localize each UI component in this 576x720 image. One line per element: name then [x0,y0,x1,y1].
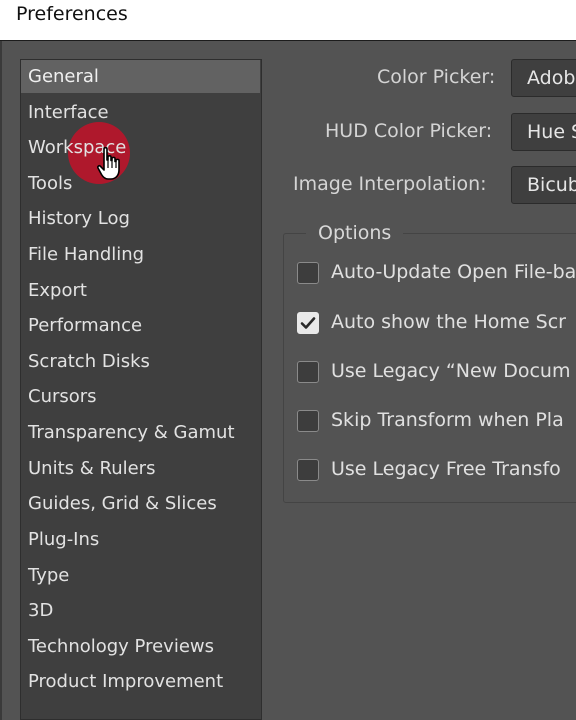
sidebar-item-cursors[interactable]: Cursors [21,380,260,413]
window-title: Preferences [16,3,128,25]
auto-update-label[interactable]: Auto-Update Open File-ba [331,259,576,285]
auto-show-home-label[interactable]: Auto show the Home Scr [331,309,566,335]
sidebar-item-scratch-disks[interactable]: Scratch Disks [21,345,260,378]
options-legend: Options [306,220,404,246]
image-interpolation-select[interactable]: Bicub [511,166,576,204]
sidebar-item-guides-grid-slices[interactable]: Guides, Grid & Slices [21,487,260,520]
title-bar[interactable]: Preferences [0,0,576,41]
preferences-dialog: Preferences General Interface Workspace … [0,0,576,720]
auto-show-home-checkbox[interactable] [297,312,319,334]
legacy-new-document-checkbox[interactable] [297,361,319,383]
color-picker-label: Color Picker: [377,66,496,88]
sidebar-item-general[interactable]: General [21,60,260,93]
hud-color-picker-label: HUD Color Picker: [325,120,493,142]
auto-update-checkbox[interactable] [297,262,319,284]
sidebar-item-units-rulers[interactable]: Units & Rulers [21,452,260,485]
hud-color-picker-select[interactable]: Hue S [511,113,576,151]
window-border [0,41,2,720]
sidebar-item-tools[interactable]: Tools [21,167,260,200]
sidebar-item-3d[interactable]: 3D [21,594,260,627]
color-picker-select[interactable]: Adob [511,59,576,97]
skip-transform-checkbox[interactable] [297,410,319,432]
sidebar-item-file-handling[interactable]: File Handling [21,238,260,271]
sidebar-item-history-log[interactable]: History Log [21,202,260,235]
sidebar-item-plug-ins[interactable]: Plug-Ins [21,523,260,556]
legacy-new-document-label[interactable]: Use Legacy “New Docum [331,358,571,384]
skip-transform-label[interactable]: Skip Transform when Pla [331,407,564,433]
sidebar-item-workspace[interactable]: Workspace [21,131,260,164]
sidebar-item-product-improvement[interactable]: Product Improvement [21,665,260,698]
sidebar-item-performance[interactable]: Performance [21,309,260,342]
checkmark-icon [300,317,316,329]
hand-pointer-icon [97,146,120,180]
legacy-free-transform-checkbox[interactable] [297,459,319,481]
image-interpolation-label: Image Interpolation: [293,173,487,195]
sidebar-item-transparency-gamut[interactable]: Transparency & Gamut [21,416,260,449]
sidebar-item-type[interactable]: Type [21,559,260,592]
sidebar-item-export[interactable]: Export [21,274,260,307]
legacy-free-transform-label[interactable]: Use Legacy Free Transfo [331,456,561,482]
sidebar-item-interface[interactable]: Interface [21,96,260,129]
sidebar-item-technology-previews[interactable]: Technology Previews [21,630,260,663]
